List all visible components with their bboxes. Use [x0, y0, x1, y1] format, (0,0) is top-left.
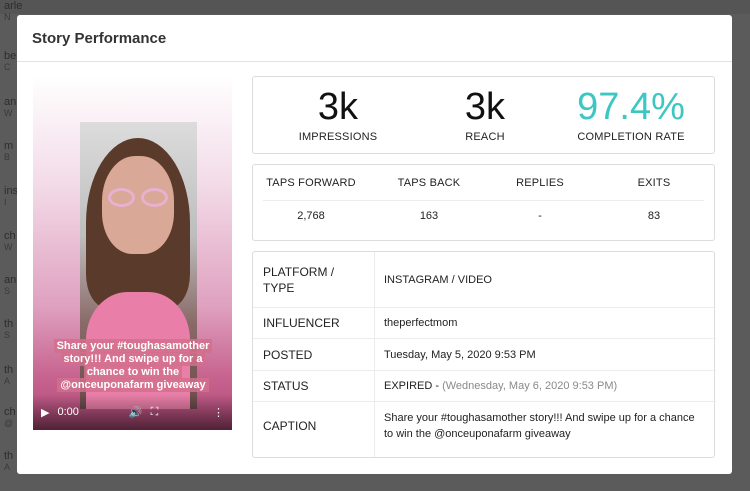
modal-header: Story Performance — [17, 15, 732, 62]
posted-label: POSTED — [263, 348, 313, 362]
status-value: EXPIRED - (Wednesday, May 6, 2020 9:53 P… — [384, 378, 706, 394]
status-label: STATUS — [263, 379, 309, 393]
taps-forward-value: 2,768 — [297, 210, 325, 222]
story-caption-line: chance to win the — [83, 365, 183, 379]
replies-value: - — [538, 210, 542, 222]
posted-row: POSTED Tuesday, May 5, 2020 9:53 PM — [253, 339, 716, 371]
background-row-name: arle — [4, 0, 23, 12]
impressions-metric: 3k IMPRESSIONS — [268, 87, 408, 143]
completion-rate-metric: 97.4% COMPLETION RATE — [561, 87, 701, 143]
details-card: PLATFORM / TYPE INSTAGRAM / VIDEO INFLUE… — [252, 251, 716, 458]
video-time: 0:00 — [57, 406, 79, 418]
volume-icon[interactable]: 🔊 — [129, 406, 143, 419]
reach-metric: 3k REACH — [415, 87, 555, 143]
status-text: EXPIRED - — [384, 380, 440, 392]
impressions-label: IMPRESSIONS — [298, 131, 378, 143]
platform-label: PLATFORM / TYPE — [263, 265, 335, 295]
story-glasses — [108, 188, 170, 208]
platform-row: PLATFORM / TYPE INSTAGRAM / VIDEO — [253, 252, 716, 308]
story-preview: Share your #toughasamother story!!! And … — [33, 76, 232, 430]
reach-label: REACH — [465, 131, 505, 143]
completion-rate-value: 97.4% — [577, 86, 685, 128]
video-controls: ▶ 0:00 🔊 ⛶ ⋮ — [33, 394, 232, 430]
platform-value: INSTAGRAM / VIDEO — [384, 274, 492, 286]
influencer-value: theperfectmom — [384, 317, 458, 329]
modal-title: Story Performance — [32, 29, 167, 47]
impressions-value: 3k — [317, 86, 359, 128]
background-top-bar — [0, 0, 750, 14]
story-caption-line: story!!! And swipe up for a — [60, 352, 206, 366]
influencer-row: INFLUENCER theperfectmom — [253, 308, 716, 339]
caption-label: CAPTION — [263, 419, 317, 433]
posted-value: Tuesday, May 5, 2020 9:53 PM — [384, 349, 536, 361]
reach-value: 3k — [464, 86, 506, 128]
caption-row: CAPTION Share your #toughasamother story… — [253, 402, 716, 457]
taps-card: TAPS FORWARD TAPS BACK REPLIES EXITS 2,7… — [252, 164, 715, 241]
taps-divider — [263, 200, 704, 201]
story-performance-modal: Story Performance Share your #toughasamo… — [17, 15, 732, 474]
exits-value: 83 — [647, 210, 661, 222]
influencer-label: INFLUENCER — [263, 316, 340, 330]
metrics-card: 3k IMPRESSIONS 3k REACH 97.4% COMPLETION… — [252, 76, 715, 154]
story-caption-line: @onceuponafarm giveaway — [57, 378, 209, 392]
taps-forward-header: TAPS FORWARD — [266, 177, 356, 189]
taps-back-value: 163 — [419, 210, 439, 222]
completion-rate-label: COMPLETION RATE — [577, 131, 685, 143]
fullscreen-icon[interactable]: ⛶ — [151, 406, 159, 419]
caption-value: Share your #toughasamother story!!! And … — [384, 412, 695, 440]
status-expiry: (Wednesday, May 6, 2020 9:53 PM) — [442, 380, 618, 392]
status-row: STATUS EXPIRED - (Wednesday, May 6, 2020… — [253, 371, 716, 402]
replies-header: REPLIES — [516, 177, 564, 189]
play-icon[interactable]: ▶ — [41, 406, 49, 419]
more-options-icon[interactable]: ⋮ — [213, 406, 224, 419]
taps-back-header: TAPS BACK — [397, 177, 461, 189]
story-caption-line: Share your #toughasamother — [53, 339, 213, 353]
story-caption-overlay: Share your #toughasamother story!!! And … — [53, 339, 213, 392]
exits-header: EXITS — [637, 177, 671, 189]
